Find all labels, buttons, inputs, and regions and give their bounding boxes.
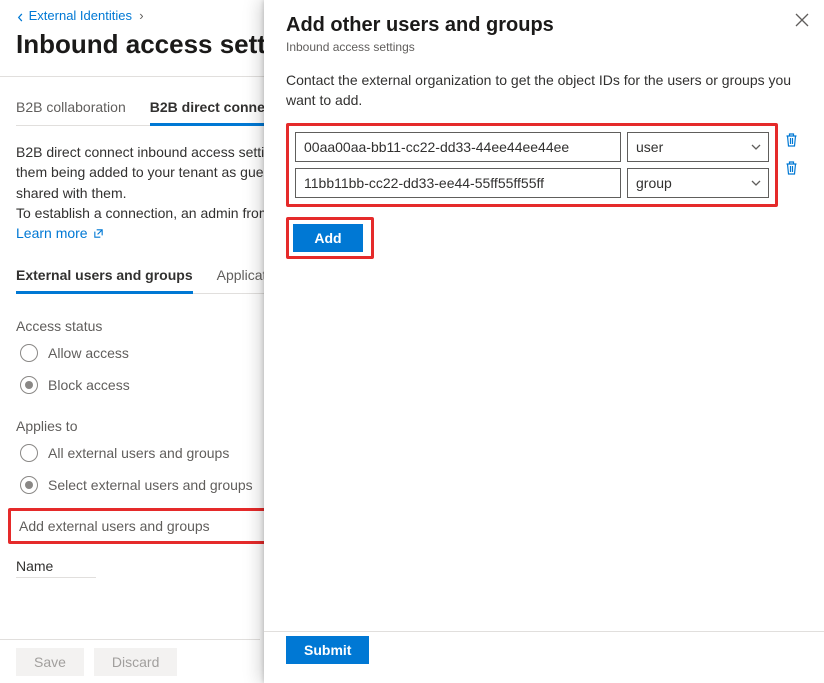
save-button[interactable]: Save	[16, 648, 84, 676]
radio-icon	[20, 444, 38, 462]
tab-b2b-direct-connect[interactable]: B2B direct connect	[150, 99, 278, 126]
object-id-input[interactable]	[295, 132, 621, 162]
learn-more-link[interactable]: Learn more	[16, 225, 104, 241]
submit-button[interactable]: Submit	[286, 636, 369, 664]
panel-footer: Submit	[264, 631, 824, 683]
trash-icon[interactable]	[780, 160, 802, 176]
trash-icon[interactable]	[780, 132, 802, 148]
add-button-highlight: Add	[286, 217, 374, 259]
close-icon[interactable]	[794, 12, 810, 31]
page-footer: Save Discard	[0, 639, 260, 683]
radio-icon	[20, 476, 38, 494]
type-select[interactable]: group	[627, 168, 769, 198]
rows-highlight-box: user group	[286, 123, 778, 207]
add-button[interactable]: Add	[293, 224, 363, 252]
panel-subtitle: Inbound access settings	[286, 40, 802, 54]
external-link-icon	[93, 228, 104, 239]
chevron-down-icon	[750, 176, 762, 192]
type-select[interactable]: user	[627, 132, 769, 162]
chevron-left-icon	[16, 13, 25, 22]
breadcrumb-parent[interactable]: External Identities	[29, 8, 132, 23]
chevron-right-icon: ›	[136, 8, 144, 23]
discard-button[interactable]: Discard	[94, 648, 177, 676]
chevron-down-icon	[750, 140, 762, 156]
radio-icon	[20, 376, 38, 394]
add-external-users-groups-highlight: Add external users and groups	[8, 508, 270, 544]
tab-external-users-groups[interactable]: External users and groups	[16, 267, 193, 294]
tab-b2b-collaboration[interactable]: B2B collaboration	[16, 99, 126, 125]
table-col-name: Name	[16, 558, 96, 578]
object-id-input[interactable]	[295, 168, 621, 198]
add-users-groups-panel: Add other users and groups Inbound acces…	[264, 0, 824, 683]
object-id-row: user	[293, 132, 771, 162]
panel-info-text: Contact the external organization to get…	[286, 70, 802, 111]
panel-title: Add other users and groups	[286, 14, 802, 37]
object-id-row: group	[293, 168, 771, 198]
radio-icon	[20, 344, 38, 362]
